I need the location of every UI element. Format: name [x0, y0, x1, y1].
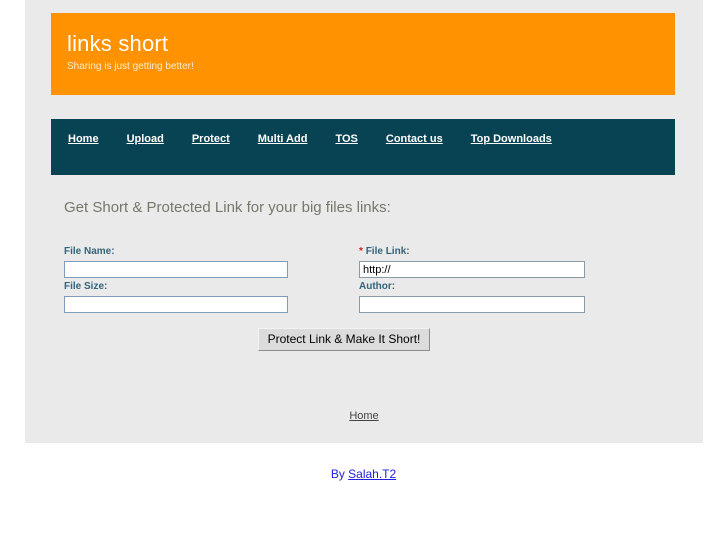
- page-root: links short Sharing is just getting bett…: [0, 0, 727, 545]
- field-file-size: File Size:: [64, 281, 288, 313]
- file-link-label: * File Link:: [359, 246, 585, 258]
- field-file-link: * File Link:: [359, 246, 585, 278]
- nav-item-upload[interactable]: Upload: [127, 133, 164, 145]
- author-label: Author:: [359, 281, 396, 292]
- credit-line: By Salah.T2: [0, 467, 727, 481]
- protect-link-submit-button[interactable]: Protect Link & Make It Short!: [257, 328, 431, 352]
- file-size-label: File Size:: [64, 281, 108, 292]
- main-navigation-bar: Home Upload Protect Multi Add TOS Contac…: [51, 119, 675, 175]
- short-link-form: File Name: * File Link: File Size: Autho…: [64, 246, 624, 352]
- form-row-1: File Name: * File Link:: [64, 246, 624, 281]
- site-masthead: links short Sharing is just getting bett…: [51, 13, 675, 95]
- field-author: Author:: [359, 281, 585, 313]
- nav-item-contact-us[interactable]: Contact us: [386, 133, 443, 145]
- nav-item-tos[interactable]: TOS: [335, 133, 357, 145]
- credit-prefix: By: [330, 467, 349, 481]
- nav-item-protect[interactable]: Protect: [192, 133, 230, 145]
- author-input[interactable]: [359, 296, 585, 313]
- required-asterisk-icon: *: [359, 246, 363, 257]
- nav-item-home[interactable]: Home: [68, 133, 99, 145]
- page-title: Get Short & Protected Link for your big …: [64, 199, 391, 216]
- nav-item-multi-add[interactable]: Multi Add: [258, 133, 308, 145]
- file-name-label: File Name:: [64, 246, 115, 257]
- file-name-input[interactable]: [64, 261, 288, 278]
- site-tagline: Sharing is just getting better!: [67, 61, 194, 72]
- file-link-input[interactable]: [359, 261, 585, 278]
- field-file-name: File Name:: [64, 246, 288, 278]
- site-title: links short: [67, 31, 169, 56]
- form-row-2: File Size: Author:: [64, 281, 624, 316]
- submit-row: Protect Link & Make It Short!: [64, 328, 624, 352]
- nav-item-top-downloads[interactable]: Top Downloads: [471, 133, 552, 145]
- footer-home-link[interactable]: Home: [349, 410, 378, 422]
- file-size-input[interactable]: [64, 296, 288, 313]
- credit-author-link[interactable]: Salah.T2: [348, 467, 396, 481]
- panel-footer: Home: [25, 406, 703, 424]
- file-link-label-text: File Link:: [365, 246, 410, 257]
- nav-list: Home Upload Protect Multi Add TOS Contac…: [68, 133, 552, 145]
